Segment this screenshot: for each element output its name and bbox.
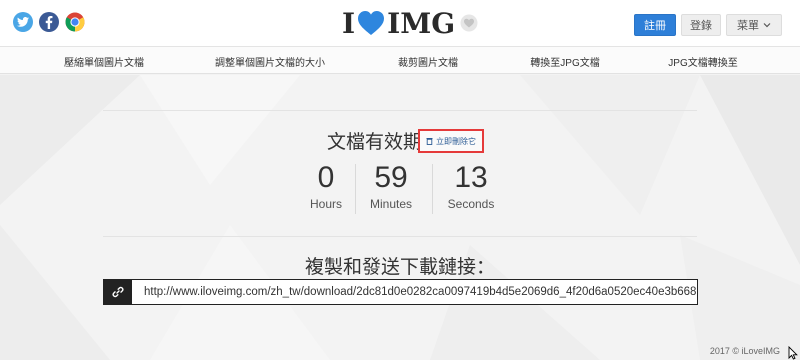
delete-now-label: 立即刪除它	[436, 136, 476, 146]
nav-item-crop[interactable]: 裁剪圖片文檔	[398, 54, 458, 69]
nav-item-convert-from-jpg[interactable]: JPG文檔轉換至	[668, 54, 737, 69]
countdown: 0 Hours 59 Minutes 13 Seconds	[289, 160, 511, 216]
nav-item-resize[interactable]: 調整單個圖片文檔的大小	[215, 54, 325, 69]
nav-item-compress[interactable]: 壓縮單個圖片文檔	[64, 54, 144, 69]
copy-link-title: 複製和發送下載鏈接：	[304, 256, 495, 278]
social-links	[13, 12, 85, 32]
download-url-text[interactable]: http://www.iloveimg.com/zh_tw/download/2…	[132, 280, 697, 304]
heart-icon	[358, 11, 385, 35]
top-header: I IMG 註冊 登錄 菜單	[0, 0, 800, 47]
section-divider	[103, 236, 697, 237]
minutes-value: 59	[374, 161, 408, 194]
facebook-icon[interactable]	[39, 12, 59, 32]
logo-text-left: I	[342, 6, 356, 40]
iloveimg-logo[interactable]: I IMG	[342, 6, 455, 40]
trash-icon	[426, 138, 433, 145]
heart-badge-icon	[460, 14, 478, 32]
hours-label: Hours	[309, 197, 342, 211]
chevron-down-icon	[763, 23, 771, 28]
copy-link-button[interactable]	[104, 280, 132, 304]
menu-button[interactable]: 菜單	[726, 14, 782, 36]
background-pattern	[0, 75, 800, 360]
menu-button-label: 菜單	[737, 20, 759, 32]
link-icon	[112, 286, 124, 298]
minutes-label: Minutes	[369, 197, 413, 211]
logo-text-right: IMG	[387, 6, 456, 40]
hours-value: 0	[317, 161, 335, 194]
login-button[interactable]: 登錄	[681, 14, 721, 36]
twitter-icon[interactable]	[13, 12, 33, 32]
register-button[interactable]: 註冊	[634, 14, 676, 36]
seconds-value: 13	[454, 161, 488, 194]
section-divider	[103, 110, 697, 111]
countdown-seconds: 13 Seconds	[434, 160, 508, 216]
chrome-icon[interactable]	[65, 12, 85, 32]
seconds-label: Seconds	[447, 197, 495, 211]
footer-copyright: 2017 © iLoveIMG	[709, 346, 780, 356]
expiry-title: 文檔有效期	[327, 131, 423, 153]
nav-item-convert-to-jpg[interactable]: 轉換至JPG文檔	[530, 54, 599, 69]
mouse-cursor-icon	[788, 346, 798, 360]
download-url-field[interactable]: http://www.iloveimg.com/zh_tw/download/2…	[103, 279, 698, 305]
delete-now-link[interactable]: 立即刪除它	[418, 129, 484, 153]
countdown-separator	[432, 164, 433, 214]
countdown-minutes: 59 Minutes	[354, 160, 428, 216]
tools-nav: 壓縮單個圖片文檔 調整單個圖片文檔的大小 裁剪圖片文檔 轉換至JPG文檔 JPG…	[0, 47, 800, 74]
countdown-hours: 0 Hours	[289, 160, 363, 216]
